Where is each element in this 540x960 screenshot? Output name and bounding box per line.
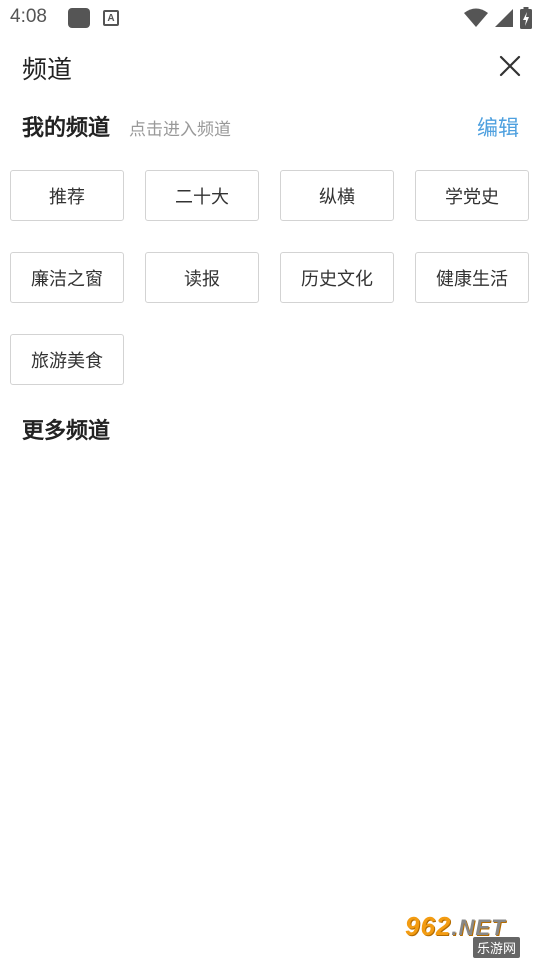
channel-chip[interactable]: 学党史: [415, 170, 529, 221]
a-icon: A: [103, 10, 119, 26]
channel-chip[interactable]: 纵横: [280, 170, 394, 221]
more-channels-title: 更多频道: [22, 419, 111, 444]
channel-chip[interactable]: 二十大: [145, 170, 259, 221]
watermark-brand-number: 962: [405, 911, 452, 941]
signal-icon: [495, 9, 513, 27]
channel-chip[interactable]: 廉洁之窗: [10, 252, 124, 303]
status-right-icons: [464, 6, 532, 30]
wifi-icon: [464, 8, 488, 27]
page-title: 频道: [22, 55, 73, 84]
channel-chip[interactable]: 旅游美食: [10, 334, 124, 385]
status-time: 4:08: [10, 6, 47, 27]
close-button[interactable]: [494, 50, 526, 82]
app-icon: [68, 8, 90, 28]
close-icon: [499, 55, 521, 77]
battery-icon: [520, 7, 532, 29]
channel-chip[interactable]: 读报: [145, 252, 259, 303]
channel-chip[interactable]: 历史文化: [280, 252, 394, 303]
edit-button[interactable]: 编辑: [477, 112, 519, 142]
watermark-logo: 962.NET 乐游网: [401, 911, 533, 958]
watermark-subtitle: 乐游网: [473, 937, 521, 958]
channel-chip[interactable]: 健康生活: [415, 252, 529, 303]
my-channels-title: 我的频道: [22, 116, 111, 141]
channel-chip[interactable]: 推荐: [10, 170, 124, 221]
my-channels-hint: 点击进入频道: [129, 120, 231, 140]
status-bar: 4:08 A: [0, 0, 540, 36]
